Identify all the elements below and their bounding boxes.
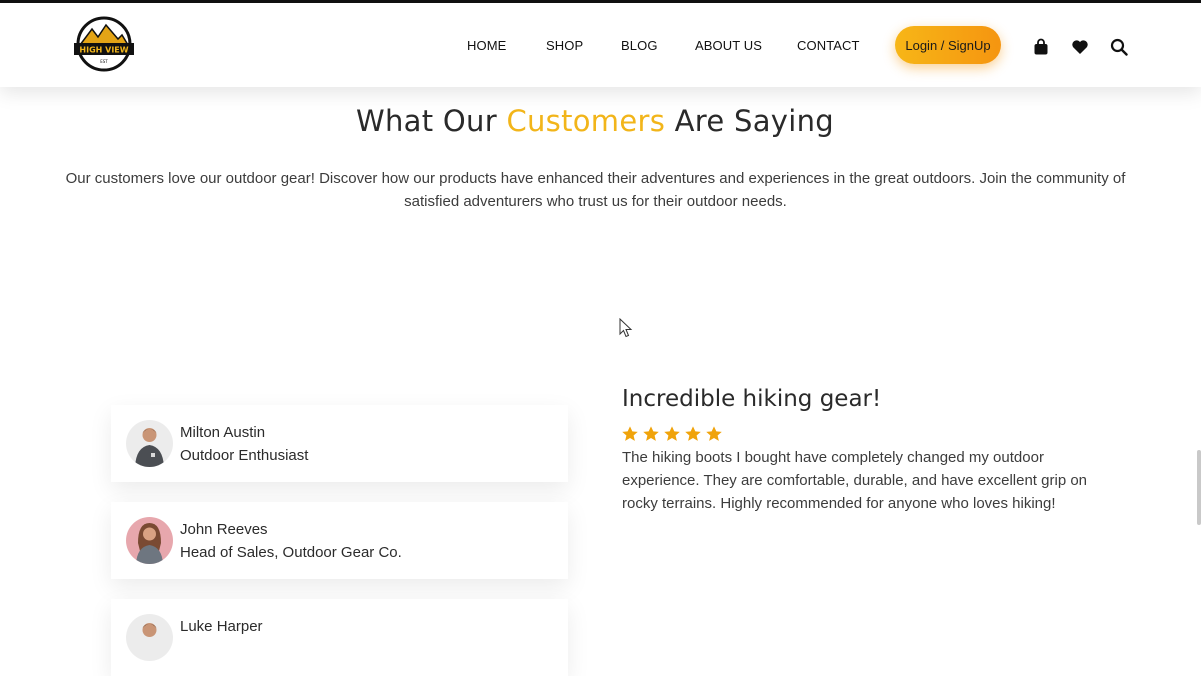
testimonial-role: Outdoor Enthusiast [180,447,309,464]
nav-about-us[interactable]: ABOUT US [695,38,762,53]
testimonial-name: Luke Harper [180,618,263,635]
mouse-cursor-icon [619,317,633,342]
review-title: Incredible hiking gear! [622,386,882,412]
testimonial-card[interactable]: John Reeves Head of Sales, Outdoor Gear … [111,502,568,579]
logo-est: EST [100,59,108,64]
brand-logo[interactable]: HIGH VIEW EST [70,15,138,73]
site-header: HIGH VIEW EST HOME SHOP BLOG ABOUT US CO… [0,3,1201,87]
star-icon [622,426,638,441]
avatar [126,614,173,661]
testimonial-card[interactable]: Milton Austin Outdoor Enthusiast [111,405,568,482]
page-scrollbar[interactable] [1197,450,1201,525]
section-title: What Our Customers Are Saying [0,104,1190,138]
testimonial-card[interactable]: Luke Harper [111,599,568,676]
title-before: What Our [355,104,507,138]
nav-home[interactable]: HOME [467,38,506,53]
review-text: The hiking boots I bought have completel… [622,449,1088,512]
mountain-logo-icon: HIGH VIEW EST [74,16,134,72]
star-icon [685,426,701,441]
testimonial-name: Milton Austin [180,424,266,441]
title-after: Are Saying [665,104,835,138]
section-intro: Our customers love our outdoor gear! Dis… [65,170,1126,210]
avatar [126,517,173,564]
nav-contact[interactable]: CONTACT [797,38,860,53]
search-icon[interactable] [1110,38,1128,56]
login-signup-button[interactable]: Login / SignUp [895,26,1001,64]
testimonial-role: Head of Sales, Outdoor Gear Co. [180,544,402,561]
star-icon [643,426,659,441]
testimonial-name: John Reeves [180,521,268,538]
star-icon [664,426,680,441]
title-accent: Customers [506,104,666,138]
nav-blog[interactable]: BLOG [621,38,658,53]
heart-icon[interactable] [1071,38,1089,56]
bag-icon[interactable] [1033,38,1051,56]
nav-shop[interactable]: SHOP [546,38,583,53]
logo-wordmark: HIGH VIEW [79,46,128,55]
star-icon [706,426,722,441]
avatar [126,420,173,467]
